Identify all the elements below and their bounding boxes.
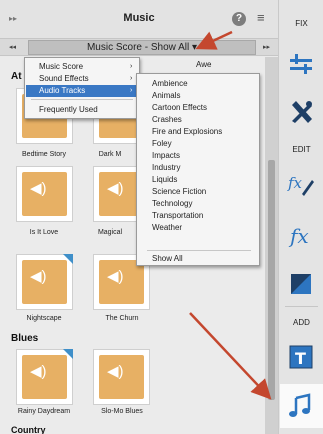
scrollbar-thumb[interactable] [268, 160, 275, 400]
media-caption: Is It Love [29, 229, 59, 236]
category-dropdown-value: Music Score - Show All [86, 42, 190, 53]
submenu-item[interactable]: Crashes [152, 114, 182, 125]
panel-titlebar: ▸▸ Music ? ≡ [0, 0, 278, 38]
chevron-right-icon: › [130, 63, 133, 70]
fix-label: FIX [295, 19, 308, 28]
media-thumbnail[interactable]: ◀) [93, 349, 150, 405]
submenu-item[interactable]: Fire and Explosions [152, 126, 222, 137]
category-dropdown[interactable]: Music Score - Show All ▾ [28, 40, 256, 55]
submenu-item[interactable]: Foley [152, 138, 172, 149]
category-menu: Music Score › Sound Effects › Audio Tracks… [24, 57, 140, 119]
effects-icon[interactable]: fx [287, 222, 315, 250]
panel-menu-icon[interactable]: ≡ [257, 10, 265, 25]
submenu-item[interactable]: Industry [152, 162, 180, 173]
menu-item-music-score[interactable]: Music Score › [26, 61, 138, 73]
corner-badge [63, 254, 73, 264]
submenu-item[interactable]: Liquids [152, 174, 177, 185]
chevron-down-icon: ▾ [192, 42, 198, 53]
section-heading: Country [11, 425, 46, 434]
submenu-item-show-all[interactable]: Show All [152, 253, 183, 264]
media-thumbnail[interactable]: ◀) [16, 254, 73, 310]
svg-text:fx: fx [288, 224, 309, 248]
music-note-icon[interactable] [287, 392, 315, 420]
submenu-item[interactable]: Technology [152, 198, 192, 209]
section-heading: Blues [11, 333, 39, 344]
submenu-item[interactable]: Ambience [152, 78, 188, 89]
chevron-right-icon: › [130, 87, 133, 94]
right-toolbar: FIX EDIT fx fx ADD T [278, 0, 323, 434]
media-caption: Nightscape [26, 315, 62, 322]
filter-bar: ◂◂ Music Score - Show All ▾ ▸▸ [0, 38, 278, 56]
submenu-item[interactable]: Science Fiction [152, 186, 206, 197]
media-thumbnail[interactable]: ◀) [16, 166, 73, 222]
media-caption: Slo-Mo Blues [101, 408, 143, 415]
menu-item-audio-tracks[interactable]: Audio Tracks › [26, 85, 138, 97]
submenu-item[interactable]: Cartoon Effects [152, 102, 207, 113]
transitions-icon[interactable] [287, 270, 315, 298]
media-caption: Rainy Daydream [17, 408, 71, 415]
media-caption: The Churn [105, 315, 139, 322]
help-icon[interactable]: ? [232, 12, 246, 26]
speaker-icon: ◀) [107, 363, 124, 380]
toolbar-divider [285, 306, 318, 307]
corner-badge [63, 349, 73, 359]
speaker-icon: ◀) [107, 180, 124, 197]
speaker-icon: ◀) [30, 180, 47, 197]
media-caption-partial: Awe [196, 60, 212, 69]
media-caption: Bedtime Story [22, 151, 66, 158]
audio-tracks-submenu: Ambience Animals Cartoon Effects Crashes… [136, 73, 260, 266]
speaker-icon: ◀) [30, 363, 47, 380]
effects-brush-icon[interactable]: fx [287, 170, 315, 198]
submenu-item[interactable]: Impacts [152, 150, 180, 161]
menu-divider [147, 250, 251, 251]
chevron-right-icon: › [130, 75, 133, 82]
svg-text:fx: fx [287, 174, 303, 192]
media-caption: Magical [97, 229, 123, 236]
edit-label: EDIT [292, 145, 311, 154]
add-label: ADD [293, 318, 310, 327]
app-window: ▸▸ Music ? ≡ ◂◂ Music Score - Show All ▾… [0, 0, 323, 434]
media-caption: Dark M [98, 151, 122, 158]
tools-icon[interactable] [287, 98, 315, 126]
titles-icon[interactable]: T [287, 343, 315, 371]
svg-text:T: T [295, 349, 306, 368]
menu-item-frequently-used[interactable]: Frequently Used [26, 104, 138, 116]
media-thumbnail[interactable]: ◀) [16, 349, 73, 405]
section-heading: At [11, 71, 22, 82]
submenu-item[interactable]: Animals [152, 90, 180, 101]
next-icon[interactable]: ▸▸ [263, 43, 270, 51]
previous-icon[interactable]: ◂◂ [9, 43, 16, 51]
speaker-icon: ◀) [107, 268, 124, 285]
submenu-item[interactable]: Transportation [152, 210, 203, 221]
adjust-sliders-icon[interactable] [287, 50, 315, 78]
submenu-item[interactable]: Weather [152, 222, 182, 233]
menu-divider [31, 99, 133, 100]
speaker-icon: ◀) [30, 268, 47, 285]
menu-item-sound-effects[interactable]: Sound Effects › [26, 73, 138, 85]
